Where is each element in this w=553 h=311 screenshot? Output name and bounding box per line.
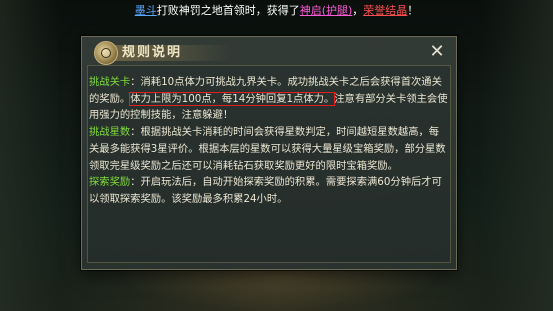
rule-colon: ： xyxy=(130,176,141,189)
rules-content: 挑战关卡：消耗10点体力可挑战九界关卡。成功挑战关卡之后会获得首次通关的奖励。体… xyxy=(89,74,449,208)
close-icon[interactable]: ✕ xyxy=(428,43,446,61)
marquee-item-link-2[interactable]: 荣誉结晶 xyxy=(363,4,407,17)
rule-colon: ： xyxy=(130,76,141,88)
rule-colon: ： xyxy=(130,126,141,139)
highlighted-stamina-rule: 体力上限为100点，每14分钟回复1点体力。 xyxy=(129,91,336,106)
rule-label: 挑战关卡 xyxy=(89,76,131,88)
backdrop-left-shade xyxy=(0,0,60,311)
rule-section-stars: 挑战星数：根据挑战关卡消耗的时间会获得星数判定，时间越短星数越高，每关最多能获得… xyxy=(89,124,449,174)
rule-section-explore: 探索奖励：开启玩法后，自动开始探索奖励的积累。需要探索满60分钟后才可以领取探索… xyxy=(89,174,449,207)
dialog-title: 规则说明 xyxy=(122,45,183,60)
rules-dialog: 规则说明 ✕ 挑战关卡：消耗10点体力可挑战九界关卡。成功挑战关卡之后会获得首次… xyxy=(81,36,457,270)
broadcast-marquee: 墨斗打败神罚之地首领时，获得了神启(护腿)，荣誉结晶！ xyxy=(0,2,553,20)
marquee-separator: ， xyxy=(352,4,364,17)
rule-text: 开启玩法后，自动开始探索奖励的积累。需要探索满60分钟后才可以领取探索奖励。该奖… xyxy=(89,176,442,205)
title-ornament-icon xyxy=(94,41,118,65)
marquee-item-link[interactable]: 神启(护腿) xyxy=(300,4,353,17)
backdrop-right-shade xyxy=(483,0,553,311)
rule-text: 根据挑战关卡消耗的时间会获得星数判定，时间越短星数越高，每关最多能获得3星评价。… xyxy=(89,126,446,172)
rule-label: 探索奖励 xyxy=(89,176,131,189)
marquee-end: ！ xyxy=(407,4,419,17)
rule-label: 挑战星数 xyxy=(89,126,131,139)
marquee-player-name[interactable]: 墨斗 xyxy=(135,4,157,17)
rule-section-challenge: 挑战关卡：消耗10点体力可挑战九界关卡。成功挑战关卡之后会获得首次通关的奖励。体… xyxy=(89,74,449,124)
marquee-text: 打败神罚之地首领时，获得了 xyxy=(156,4,300,17)
